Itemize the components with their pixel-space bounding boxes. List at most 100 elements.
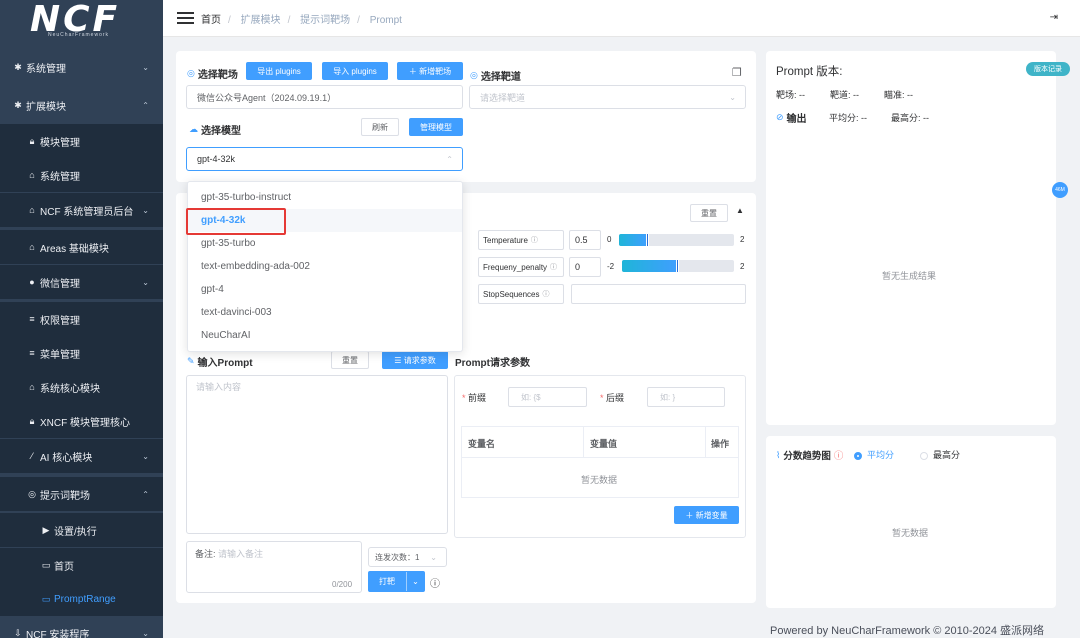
range-select[interactable]: 微信公众号Agent（2024.09.19.1）: [186, 85, 463, 109]
sidebar-item[interactable]: ▭ PromptRange: [0, 582, 163, 616]
breadcrumb-item[interactable]: 首页: [201, 15, 221, 26]
sidebar-item[interactable]: ▭ 首页: [0, 548, 163, 582]
list-icon: ≡: [29, 348, 35, 358]
radio-avg[interactable]: 平均分: [854, 448, 894, 461]
sidebar-item-label: NCF 系统管理员后台: [40, 206, 134, 218]
sidebar-item-label: AI 核心模块: [40, 452, 93, 464]
breadcrumb-item[interactable]: 扩展模块: [241, 15, 281, 26]
model-option[interactable]: NeuCharAI: [188, 324, 462, 347]
target-icon: ◎: [187, 68, 195, 78]
sidebar-item[interactable]: ≡ 权限管理: [0, 302, 163, 336]
frequency-penalty-min: -2: [607, 262, 615, 271]
slider-handle[interactable]: [645, 233, 649, 247]
radio-max[interactable]: 最高分: [920, 448, 960, 461]
new-range-button[interactable]: ＋ 新增靶场: [397, 62, 463, 80]
sidebar-item-label: 首页: [54, 561, 74, 573]
hamburger-icon[interactable]: [177, 11, 194, 25]
footer: Powered by NeuCharFramework © 2010-2024 …: [770, 625, 1045, 637]
output-icon: ⊘: [776, 112, 784, 122]
sidebar-item-label: 扩展模块: [26, 101, 66, 113]
slider-handle[interactable]: [676, 259, 679, 273]
note-counter: 0/200: [332, 580, 353, 589]
sidebar-item-label: 提示词靶场: [40, 490, 90, 502]
model-option[interactable]: text-davinci-003: [188, 301, 462, 324]
chevron-icon: ⌄: [142, 628, 149, 638]
info-icon[interactable]: ⓘ: [430, 575, 440, 590]
sidebar-item[interactable]: ▶ 设置/执行: [0, 513, 163, 547]
copy-icon[interactable]: ❐: [732, 66, 742, 79]
sidebar: NCF NeuCharFramework ✱ 系统管理 ⌄ ✱ 扩展模块 ⌃ 🔒︎ 模块管理 ⌂…: [0, 0, 163, 638]
prefix-input[interactable]: 如: {$: [508, 387, 587, 407]
chevron-icon: ⌃: [142, 100, 149, 110]
sidebar-item[interactable]: 🔒︎ 模块管理: [0, 124, 163, 158]
trend-label: ⌇ 分数趋势图 ⓘ: [776, 449, 844, 463]
top-bar: 首页 / 扩展模块 / 提示词靶场 / Prompt ⇥: [163, 0, 1080, 37]
sidebar-item[interactable]: ≡ 菜单管理: [0, 336, 163, 370]
table-col-divider: [583, 426, 584, 457]
repeat-count-select[interactable]: 连发次数：1 ⌄: [368, 547, 447, 567]
target-icon: ◎: [28, 488, 36, 499]
logo-subtitle: NeuCharFramework: [48, 32, 110, 38]
suffix-input[interactable]: 如: }: [647, 387, 725, 407]
sidebar-item-label: Areas 基础模块: [40, 243, 109, 255]
help-icon: ⓘ: [530, 237, 538, 244]
model-option[interactable]: gpt-4: [188, 278, 462, 301]
sidebar-item[interactable]: ⌂ 系统管理: [0, 158, 163, 192]
play-icon: ▶: [42, 524, 50, 535]
temperature-input[interactable]: 0.5: [569, 230, 601, 250]
reset-params-button[interactable]: 重置: [690, 204, 728, 222]
sidebar-item[interactable]: ● 微信管理 ⌄: [0, 265, 163, 299]
stop-sequences-input[interactable]: [571, 284, 746, 304]
table-header-action: 操作: [711, 439, 730, 449]
range-info: 靶场: --: [776, 90, 805, 100]
model-option[interactable]: gpt-35-turbo: [188, 232, 462, 255]
prompt-reset-button[interactable]: 重置: [331, 351, 369, 369]
magic-icon: ⁄: [31, 451, 33, 461]
sidebar-item[interactable]: ⌂ Areas 基础模块: [0, 230, 163, 264]
temperature-slider[interactable]: [619, 233, 734, 247]
sidebar-item-label: XNCF 模块管理核心: [40, 417, 130, 429]
sidebar-item[interactable]: ⇩ NCF 安装程序 ⌄: [0, 616, 163, 638]
prefix-label: * 前缀: [462, 393, 487, 403]
sidebar-item[interactable]: 🔒︎ XNCF 模块管理核心: [0, 404, 163, 438]
shoot-button[interactable]: 打靶 ⌄: [368, 571, 425, 592]
version-history-button[interactable]: 版本记录: [1026, 62, 1070, 76]
help-icon: ⓘ: [550, 264, 558, 271]
import-plugins-button[interactable]: 导入 plugins: [322, 62, 388, 80]
sidebar-item[interactable]: ◎ 提示词靶场 ⌃: [0, 477, 163, 511]
model-select[interactable]: gpt-4-32k ⌃: [186, 147, 463, 171]
float-badge[interactable]: 46M: [1052, 182, 1068, 198]
model-option[interactable]: text-embedding-ada-002: [188, 255, 462, 278]
radio-button[interactable]: [854, 451, 862, 460]
add-variable-button[interactable]: ＋ 新增变量: [674, 506, 739, 524]
export-plugins-button[interactable]: 导出 plugins: [246, 62, 312, 80]
sidebar-item[interactable]: ⁄ AI 核心模块 ⌄: [0, 439, 163, 473]
breadcrumb-item[interactable]: 提示词靶场: [300, 15, 350, 26]
prompt-textarea[interactable]: 请输入内容: [186, 375, 448, 534]
sidebar-item[interactable]: ⌂ 系统核心模块: [0, 370, 163, 404]
collapse-icon[interactable]: ▲: [736, 206, 744, 215]
version-card: [766, 51, 1056, 425]
chevron-icon: ⌄: [142, 277, 149, 287]
sidebar-item[interactable]: ⌂ NCF 系统管理员后台 ⌄: [0, 193, 163, 227]
chevron-down-icon: ⌄: [729, 92, 736, 102]
max-score: 最高分: --: [891, 113, 929, 123]
chevron-down-icon[interactable]: ⌄: [406, 572, 424, 591]
frequency-penalty-input[interactable]: 0: [569, 257, 601, 277]
model-option[interactable]: gpt-35-turbo-instruct: [188, 186, 462, 209]
lane-select[interactable]: 请选择靶道 ⌄: [469, 85, 746, 109]
chevron-icon: ⌄: [142, 62, 149, 72]
radio-button[interactable]: [920, 451, 928, 460]
refresh-button[interactable]: 刷新: [361, 118, 399, 136]
chevron-up-icon: ⌃: [446, 154, 453, 164]
wechat-icon: ●: [29, 277, 35, 287]
sidebar-item-label: 微信管理: [40, 278, 80, 290]
sidebar-item[interactable]: ✱ 扩展模块 ⌃: [0, 88, 163, 122]
logout-icon[interactable]: ⇥: [1050, 12, 1058, 23]
request-params-button[interactable]: ☰ 请求参数: [382, 351, 448, 369]
list-icon: ≡: [29, 314, 35, 324]
manage-model-button[interactable]: 管理模型: [409, 118, 463, 136]
sidebar-item-label: 模块管理: [40, 137, 80, 149]
frequency-penalty-slider[interactable]: [622, 259, 734, 273]
sidebar-item[interactable]: ✱ 系统管理 ⌄: [0, 50, 163, 84]
